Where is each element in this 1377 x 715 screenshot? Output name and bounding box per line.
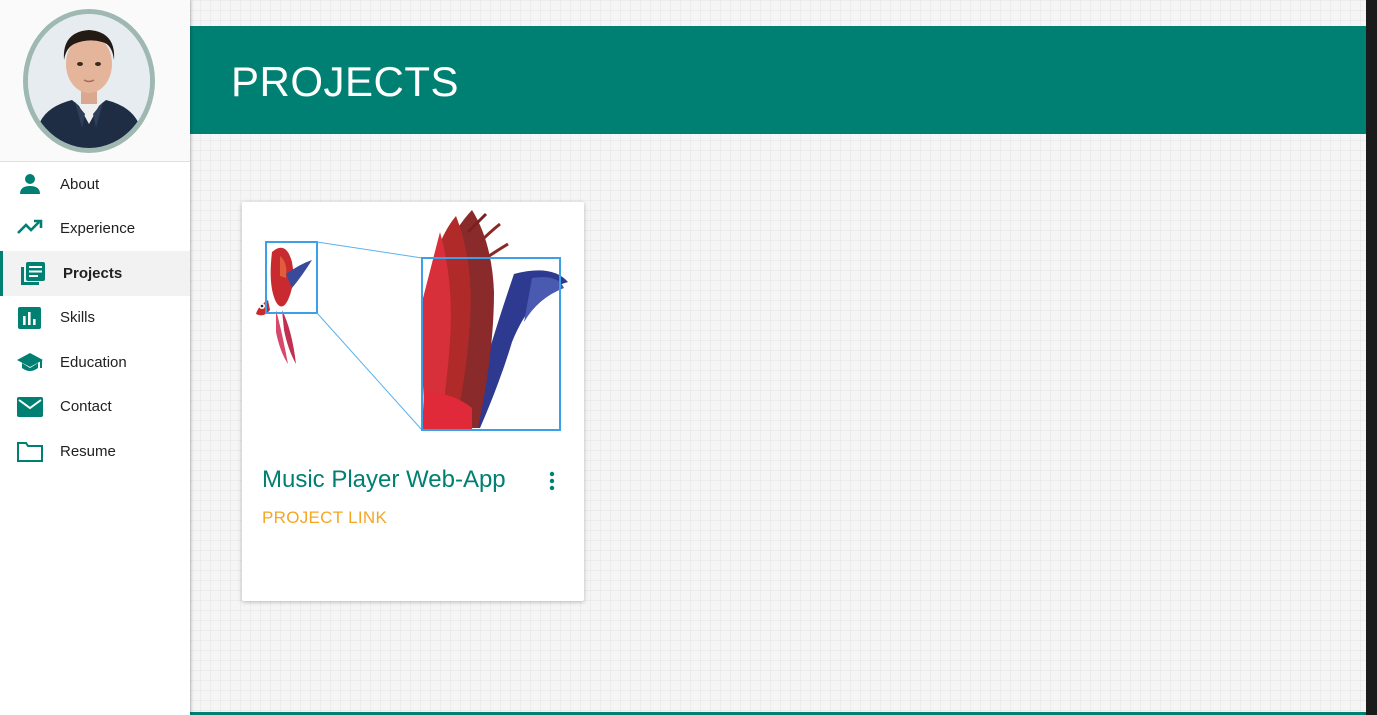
parrot-wing-illustration xyxy=(421,210,568,430)
main-content: PROJECTS Music Player Web-App PROJECT LI… xyxy=(190,0,1366,715)
sidebar-item-skills[interactable]: Skills xyxy=(0,296,190,341)
sidebar-nav: About Experience Projects Skills Educati… xyxy=(0,162,190,474)
parrot-small-illustration xyxy=(256,247,312,364)
project-card: Music Player Web-App PROJECT LINK xyxy=(242,202,584,601)
person-icon xyxy=(20,174,40,194)
project-link[interactable]: PROJECT LINK xyxy=(262,508,387,528)
mail-icon xyxy=(17,396,43,417)
folder-icon xyxy=(17,442,43,462)
window-edge xyxy=(1366,0,1377,715)
more-vert-icon[interactable] xyxy=(545,470,559,492)
sidebar-item-projects[interactable]: Projects xyxy=(0,251,190,296)
sidebar-item-label: Contact xyxy=(60,398,112,416)
trending-up-icon xyxy=(17,219,43,234)
bar-chart-icon xyxy=(18,306,41,329)
sidebar-item-label: Experience xyxy=(60,220,136,238)
sidebar: About Experience Projects Skills Educati… xyxy=(0,0,190,715)
sidebar-item-education[interactable]: Education xyxy=(0,340,190,385)
page-title: PROJECTS xyxy=(231,58,460,105)
sidebar-item-label: Resume xyxy=(60,442,116,460)
sidebar-item-resume[interactable]: Resume xyxy=(0,429,190,474)
sidebar-item-label: Skills xyxy=(60,309,96,327)
sidebar-item-label: Education xyxy=(60,353,127,371)
sidebar-item-contact[interactable]: Contact xyxy=(0,385,190,430)
project-title: Music Player Web-App xyxy=(262,466,506,493)
library-books-icon xyxy=(21,262,45,285)
sidebar-item-label: About xyxy=(60,175,100,193)
school-icon xyxy=(17,353,43,371)
sidebar-item-experience[interactable]: Experience xyxy=(0,207,190,252)
project-image xyxy=(256,210,568,431)
profile-header xyxy=(0,0,190,162)
avatar xyxy=(22,8,155,153)
sidebar-item-about[interactable]: About xyxy=(0,162,190,207)
sidebar-item-label: Projects xyxy=(63,264,123,282)
page-header: PROJECTS xyxy=(190,26,1366,134)
